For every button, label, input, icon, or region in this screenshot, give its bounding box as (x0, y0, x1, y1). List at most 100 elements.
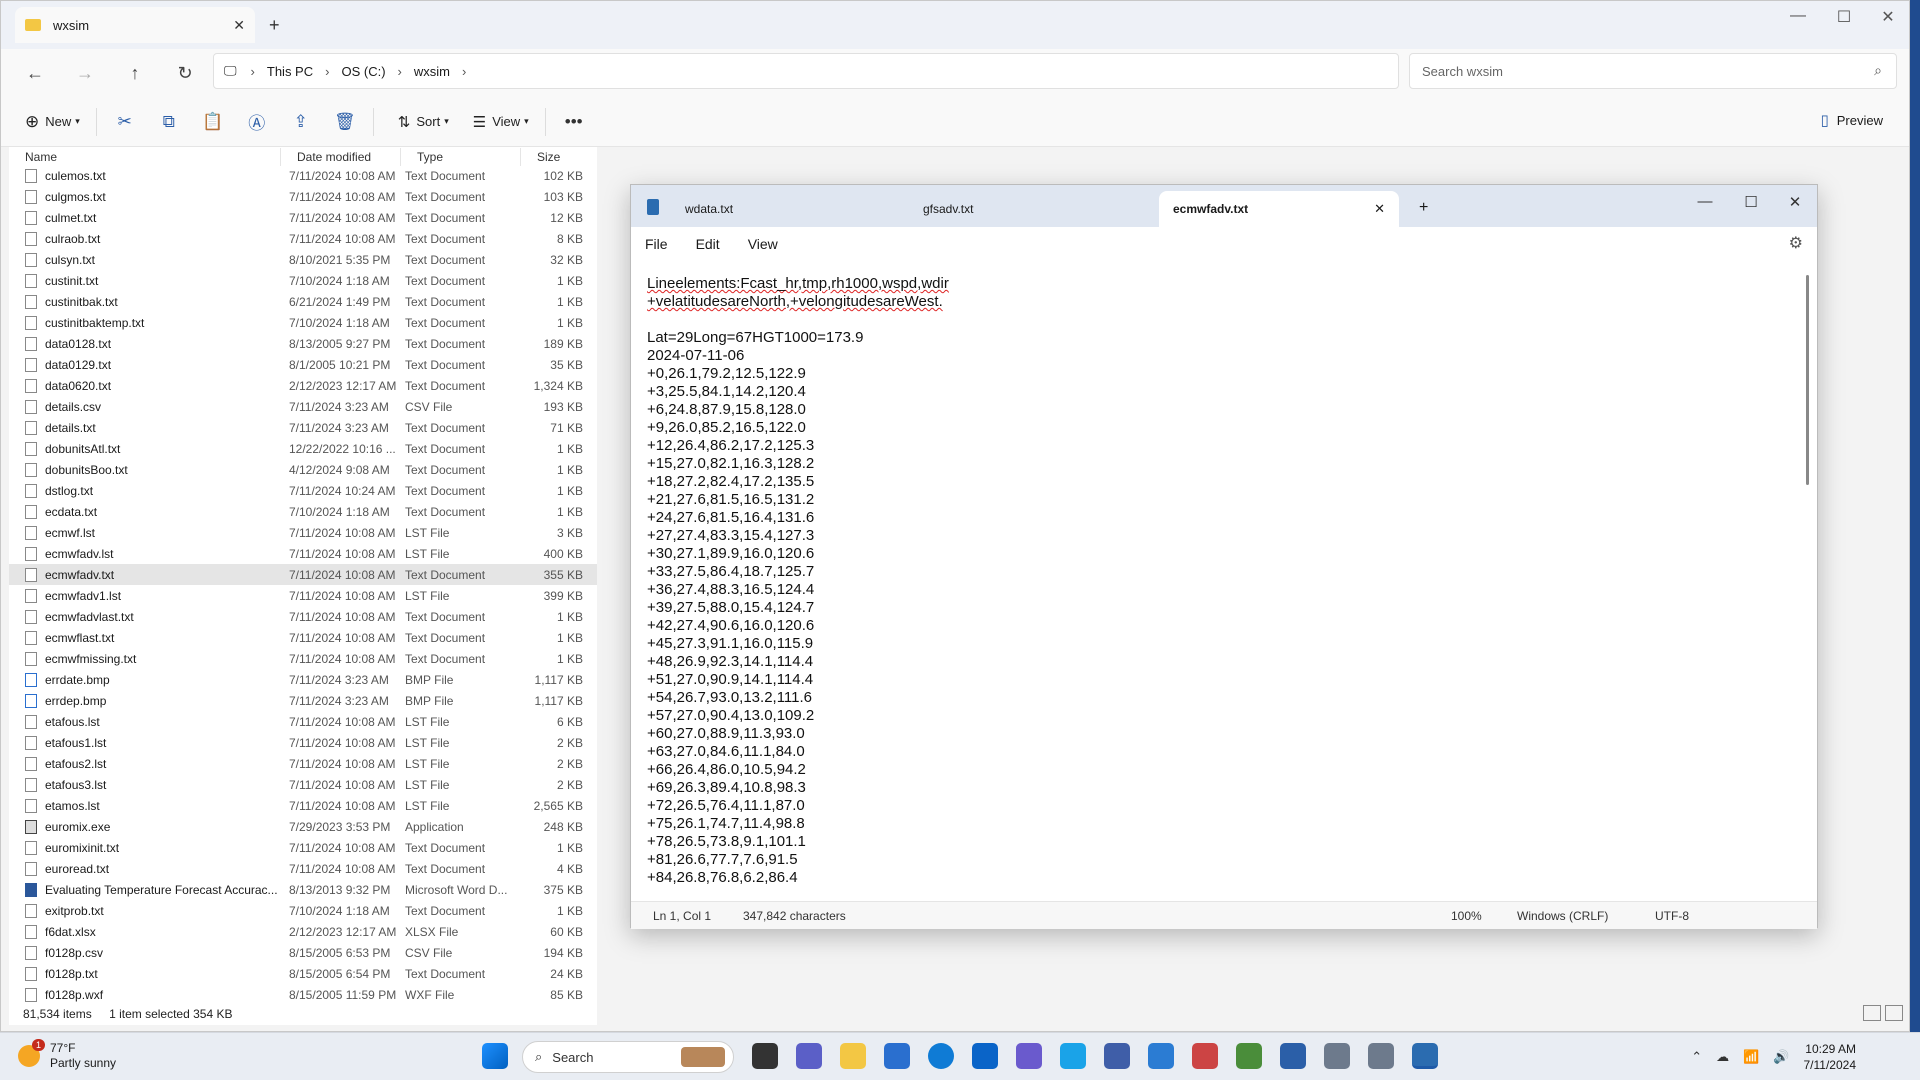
edge-icon[interactable] (928, 1043, 954, 1069)
file-row[interactable]: euromix.exe 7/29/2023 3:53 PM Application 2… (9, 816, 597, 837)
file-row[interactable]: dobunitsBoo.txt 4/12/2024 9:08 AM Text Doc… (9, 459, 597, 480)
weather-widget[interactable]: 1 77°F Partly sunny (18, 1039, 116, 1071)
column-type[interactable]: Type (401, 148, 521, 166)
menu-file[interactable]: File (645, 236, 668, 252)
file-row[interactable]: ecmwfadv1.lst 7/11/2024 10:08 AM LST File 3… (9, 585, 597, 606)
wifi-icon[interactable]: 📶 (1743, 1049, 1759, 1065)
file-row[interactable]: f0128p.txt 8/15/2005 6:54 PM Text Document… (9, 963, 597, 984)
paste-icon[interactable]: 📋 (201, 112, 225, 132)
close-tab-icon[interactable]: ✕ (1374, 201, 1385, 217)
task-view-icon[interactable] (752, 1043, 778, 1069)
volume-icon[interactable]: 🔊 (1773, 1049, 1789, 1065)
onedrive-icon[interactable]: ☁ (1716, 1049, 1729, 1065)
file-row[interactable]: ecmwf.lst 7/11/2024 10:08 AM LST File 3 KB (9, 522, 597, 543)
close-window-button[interactable]: ✕ (1775, 193, 1815, 211)
file-row[interactable]: culemos.txt 7/11/2024 10:08 AM Text Docume… (9, 165, 597, 186)
new-tab-button[interactable]: + (1419, 199, 1428, 217)
maximize-button[interactable]: ☐ (1821, 7, 1867, 27)
chevron-up-icon[interactable]: ⌃ (1691, 1049, 1702, 1065)
notepad-tab-wdata[interactable]: wdata.txt (671, 191, 911, 227)
file-row[interactable]: culsyn.txt 8/10/2021 5:35 PM Text Document… (9, 249, 597, 270)
app-icon[interactable] (1280, 1043, 1306, 1069)
notepad-text-area[interactable]: Lineelements:Fcast_hr,tmp,rh1000,wspd,wd… (647, 275, 1777, 893)
delete-icon[interactable]: 🗑 (333, 112, 357, 132)
file-row[interactable]: ecmwflast.txt 7/11/2024 10:08 AM Text Docu… (9, 627, 597, 648)
menu-view[interactable]: View (748, 236, 778, 252)
up-button[interactable]: ↑ (113, 63, 157, 84)
file-row[interactable]: ecmwfadv.lst 7/11/2024 10:08 AM LST File 40… (9, 543, 597, 564)
back-button[interactable]: ← (13, 63, 57, 84)
refresh-button[interactable]: ↻ (163, 63, 207, 84)
menu-edit[interactable]: Edit (696, 236, 720, 252)
settings-gear-icon[interactable]: ⚙ (1789, 233, 1803, 253)
file-row[interactable]: etafous1.lst 7/11/2024 10:08 AM LST File 2 … (9, 732, 597, 753)
file-row[interactable]: etafous.lst 7/11/2024 10:08 AM LST File 6 K… (9, 711, 597, 732)
app-icon[interactable] (1104, 1043, 1130, 1069)
file-row[interactable]: data0620.txt 2/12/2023 12:17 AM Text Docum… (9, 375, 597, 396)
file-row[interactable]: etamos.lst 7/11/2024 10:08 AM LST File 2,56… (9, 795, 597, 816)
notepad-tab-gfsadv[interactable]: gfsadv.txt (909, 191, 1149, 227)
app-icon[interactable] (1148, 1043, 1174, 1069)
file-row[interactable]: dstlog.txt 7/11/2024 10:24 AM Text Documen… (9, 480, 597, 501)
forward-button[interactable]: → (63, 63, 107, 84)
clock[interactable]: 10:29 AM 7/11/2024 (1804, 1041, 1857, 1073)
close-window-button[interactable]: ✕ (1865, 7, 1911, 27)
notepad-scrollbar[interactable] (1806, 275, 1809, 485)
file-row[interactable]: etafous3.lst 7/11/2024 10:08 AM LST File 2 … (9, 774, 597, 795)
file-row[interactable]: ecmwfadvlast.txt 7/11/2024 10:08 AM Text D… (9, 606, 597, 627)
teams-icon[interactable] (796, 1043, 822, 1069)
app-icon[interactable] (1236, 1043, 1262, 1069)
file-row[interactable]: details.txt 7/11/2024 3:23 AM Text Documen… (9, 417, 597, 438)
details-view-icon[interactable] (1863, 1005, 1881, 1021)
sort-button[interactable]: ⇅ Sort ▾ (398, 113, 449, 131)
mail-icon[interactable] (972, 1043, 998, 1069)
search-input[interactable]: Search wxsim ⌕ (1409, 53, 1897, 89)
file-row[interactable]: euroread.txt 7/11/2024 10:08 AM Text Docum… (9, 858, 597, 879)
file-row[interactable]: Evaluating Temperature Forecast Accurac.… (9, 879, 597, 900)
file-row[interactable]: euromixinit.txt 7/11/2024 10:08 AM Text Do… (9, 837, 597, 858)
breadcrumb-this-pc[interactable]: This PC (267, 64, 313, 79)
file-row[interactable]: errdep.bmp 7/11/2024 3:23 AM BMP File 1,117… (9, 690, 597, 711)
copilot-app-icon[interactable] (1016, 1043, 1042, 1069)
store-icon[interactable] (884, 1043, 910, 1069)
app-icon[interactable] (1324, 1043, 1350, 1069)
more-options-icon[interactable]: ••• (562, 112, 586, 132)
rename-icon[interactable]: Ⓐ (245, 109, 269, 134)
close-tab-icon[interactable]: ✕ (233, 17, 245, 34)
file-row[interactable]: data0129.txt 8/1/2005 10:21 PM Text Docume… (9, 354, 597, 375)
file-row[interactable]: details.csv 7/11/2024 3:23 AM CSV File 193 … (9, 396, 597, 417)
preview-button[interactable]: ▯ Preview (1820, 111, 1883, 129)
app-icon[interactable] (1192, 1043, 1218, 1069)
breadcrumb-drive[interactable]: OS (C:) (341, 64, 385, 79)
explorer-tab[interactable]: wxsim ✕ (15, 7, 255, 43)
notepad-tab-ecmwfadv[interactable]: ecmwfadv.txt ✕ (1159, 191, 1399, 227)
file-row[interactable]: exitprob.txt 7/10/2024 1:18 AM Text Docume… (9, 900, 597, 921)
view-button[interactable]: ☰ View ▾ (473, 113, 529, 131)
notepad-taskbar-icon[interactable] (1412, 1043, 1438, 1069)
copy-icon[interactable]: ⧉ (157, 112, 181, 132)
file-row[interactable]: etafous2.lst 7/11/2024 10:08 AM LST File 2 … (9, 753, 597, 774)
file-row[interactable]: custinitbaktemp.txt 7/10/2024 1:18 AM Text… (9, 312, 597, 333)
file-list-scrollbar[interactable] (597, 147, 601, 1025)
cut-icon[interactable]: ✂ (113, 112, 137, 132)
file-row[interactable]: f0128p.csv 8/15/2005 6:53 PM CSV File 194 K… (9, 942, 597, 963)
taskbar-search[interactable]: ⌕ Search (522, 1041, 734, 1073)
file-row[interactable]: ecmwfadv.txt 7/11/2024 10:08 AM Text Docum… (9, 564, 597, 585)
tiles-view-icon[interactable] (1885, 1005, 1903, 1021)
file-row[interactable]: f6dat.xlsx 2/12/2023 12:17 AM XLSX File 60 … (9, 921, 597, 942)
share-icon[interactable]: ⇪ (289, 112, 313, 132)
address-bar[interactable]: 🖵 › This PC › OS (C:) › wxsim › (213, 53, 1399, 89)
file-row[interactable]: dobunitsAtl.txt 12/22/2022 10:16 ... Text … (9, 438, 597, 459)
start-icon[interactable] (482, 1043, 508, 1069)
column-date-modified[interactable]: Date modified (281, 148, 401, 166)
maximize-button[interactable]: ☐ (1731, 193, 1771, 211)
file-row[interactable]: custinit.txt 7/10/2024 1:18 AM Text Docume… (9, 270, 597, 291)
column-size[interactable]: Size (521, 148, 597, 166)
file-row[interactable]: ecmwfmissing.txt 7/11/2024 10:08 AM Text D… (9, 648, 597, 669)
column-name[interactable]: Name (9, 148, 281, 166)
file-row[interactable]: custinitbak.txt 6/21/2024 1:49 PM Text Doc… (9, 291, 597, 312)
file-row[interactable]: errdate.bmp 7/11/2024 3:23 AM BMP File 1,11… (9, 669, 597, 690)
file-row[interactable]: ecdata.txt 7/10/2024 1:18 AM Text Document… (9, 501, 597, 522)
minimize-button[interactable]: — (1685, 193, 1725, 210)
app-icon[interactable] (1060, 1043, 1086, 1069)
